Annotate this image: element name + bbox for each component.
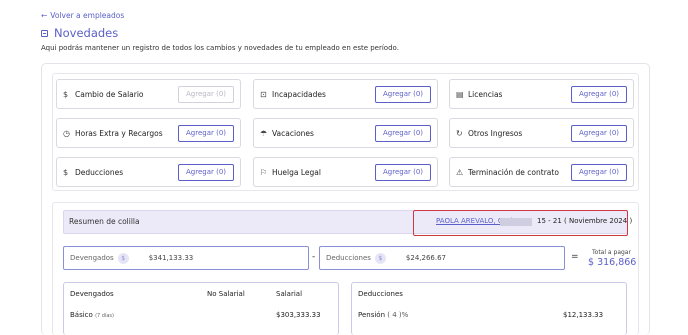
novedad-label: Terminación de contrato: [468, 167, 559, 177]
add-novedad-button[interactable]: Agregar (0): [571, 85, 627, 103]
novedad-label: Vacaciones: [272, 128, 314, 138]
add-novedad-button[interactable]: Agregar (0): [178, 85, 234, 103]
deducciones-value: $24,266.67: [405, 254, 446, 262]
novedad-label: Incapacidades: [272, 89, 326, 99]
novedad-label: Otros Ingresos: [468, 128, 523, 138]
novedad-card: ▤ Licencias Agregar (0): [449, 79, 634, 109]
deduction-icon: $: [63, 167, 69, 177]
add-novedad-button[interactable]: Agregar (0): [178, 163, 234, 181]
novedad-card: ☂ Vacaciones Agregar (0): [253, 118, 438, 148]
back-link-label: Volver a empleados: [50, 11, 125, 20]
highlight-box: [413, 210, 628, 236]
warning-icon: ⚠: [456, 167, 464, 177]
novedad-card: $ Cambio de Salario Agregar (0): [56, 79, 241, 109]
minus-sign: -: [312, 252, 316, 262]
novedad-card: ↻ Otros Ingresos Agregar (0): [449, 118, 634, 148]
umbrella-icon: ☂: [260, 128, 268, 138]
novedad-label: Licencias: [468, 89, 503, 99]
deducciones-label: Deducciones: [326, 254, 371, 262]
total-label: Total a pagar: [592, 249, 631, 256]
basico-value: $303,333.33: [276, 311, 321, 319]
salarial-header: Salarial: [276, 290, 303, 298]
page-title: Novedades: [54, 26, 119, 40]
pension-percent: ( 4 )%: [387, 311, 409, 319]
novedad-card: ◷ Horas Extra y Recargos Agregar (0): [56, 118, 241, 148]
devengados-value: $341,133.33: [148, 254, 194, 262]
add-novedad-button[interactable]: Agregar (0): [571, 124, 627, 142]
basico-label: Básico: [70, 311, 93, 319]
deducciones-total-field: Deducciones $ $24,266.67: [319, 246, 565, 270]
devengados-header: Devengados: [70, 290, 114, 298]
clock-icon: ◷: [63, 128, 70, 138]
add-novedad-button[interactable]: Agregar (0): [178, 124, 234, 142]
novedad-label: Horas Extra y Recargos: [75, 128, 163, 138]
refresh-icon: ↻: [456, 128, 463, 138]
devengados-label: Devengados: [70, 254, 114, 262]
novedad-card: ⚐ Huelga Legal Agregar (0): [253, 157, 438, 187]
add-novedad-button[interactable]: Agregar (0): [375, 163, 431, 181]
pension-row: Pensión ( 4 )%: [358, 311, 408, 319]
basico-row: Básico (7 días): [70, 311, 114, 319]
equals-sign: =: [571, 252, 579, 262]
medkit-icon: ⊡: [260, 89, 267, 99]
novedad-card: ⚠ Terminación de contrato Agregar (0): [449, 157, 634, 187]
add-novedad-button[interactable]: Agregar (0): [375, 124, 431, 142]
novedad-card: $ Deducciones Agregar (0): [56, 157, 241, 187]
arrow-left-icon: ←: [41, 11, 48, 20]
devengados-total-field: Devengados $ $341,133.33: [63, 246, 309, 270]
summary-label: Resumen de colilla: [69, 217, 140, 226]
page-subtitle: Aqui podrás mantener un registro de todo…: [41, 44, 399, 52]
add-novedad-button[interactable]: Agregar (0): [375, 85, 431, 103]
money-icon: $: [117, 252, 129, 264]
money-circle-icon: $: [63, 89, 69, 99]
basico-days: (7 días): [95, 313, 114, 319]
deducciones-header: Deducciones: [358, 290, 403, 298]
back-to-employees-link[interactable]: ← Volver a empleados: [41, 11, 124, 20]
money-icon: $: [374, 252, 386, 264]
total-value: $ 316,866: [588, 257, 637, 268]
no-salarial-header: No Salarial: [207, 290, 245, 298]
novedades-icon: [41, 29, 48, 37]
pension-label: Pensión: [358, 311, 386, 319]
novedad-label: Huelga Legal: [272, 167, 321, 177]
add-novedad-button[interactable]: Agregar (0): [571, 163, 627, 181]
novedad-card: ⊡ Incapacidades Agregar (0): [253, 79, 438, 109]
novedad-label: Deducciones: [75, 167, 124, 177]
page-header: Novedades: [41, 26, 118, 40]
novedad-label: Cambio de Salario: [75, 89, 144, 99]
pension-value: $12,133.33: [563, 311, 604, 319]
flag-icon: ⚐: [260, 167, 268, 177]
document-icon: ▤: [456, 89, 464, 99]
